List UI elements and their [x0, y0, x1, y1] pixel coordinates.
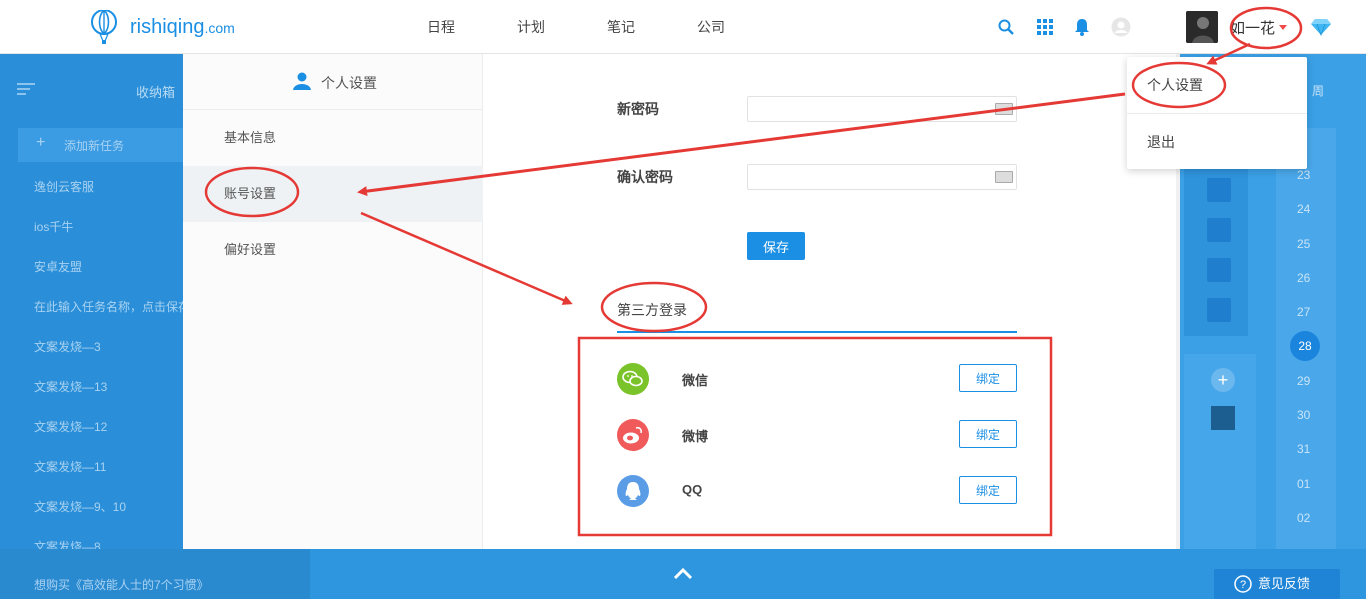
social-row-wechat: 微信 绑定: [617, 361, 1017, 401]
dropdown-personal-settings[interactable]: 个人设置: [1127, 57, 1307, 113]
settings-sidebar: 个人设置 基本信息 账号设置 偏好设置: [183, 54, 483, 549]
dropdown-logout[interactable]: 退出: [1127, 114, 1307, 170]
calendar-day[interactable]: 01: [1297, 477, 1310, 491]
third-party-title: 第三方登录: [617, 302, 687, 318]
calendar-day[interactable]: 30: [1297, 408, 1310, 422]
wechat-label: 微信: [682, 373, 709, 388]
keyboard-icon[interactable]: [995, 103, 1013, 115]
task-item[interactable]: 在此输入任务名称，点击保存: [34, 298, 190, 315]
new-password-field[interactable]: [747, 96, 1017, 122]
settings-header: 个人设置: [183, 54, 483, 110]
task-item[interactable]: 文案发烧—11: [34, 458, 106, 475]
confirm-password-label: 确认密码: [617, 169, 673, 185]
bell-icon[interactable]: [1072, 17, 1092, 37]
confirm-password-field[interactable]: [747, 164, 1017, 190]
board-icon[interactable]: [1207, 218, 1231, 242]
user-name[interactable]: 如一花: [1230, 17, 1275, 38]
social-row-qq: QQ 绑定: [617, 473, 1017, 513]
menu-basic-info[interactable]: 基本信息: [183, 110, 483, 166]
search-icon[interactable]: [996, 17, 1016, 37]
task-item[interactable]: 逸创云客服: [34, 178, 94, 195]
feedback-button[interactable]: ? 意见反馈: [1214, 569, 1340, 599]
calendar-day[interactable]: 29: [1297, 374, 1310, 388]
member-avatar[interactable]: [1211, 406, 1235, 430]
chevron-down-icon[interactable]: [1279, 25, 1287, 30]
nav-plan[interactable]: 计划: [517, 0, 545, 54]
calendar-day[interactable]: 02: [1297, 511, 1310, 525]
task-item[interactable]: 文案发烧—3: [34, 338, 101, 355]
nav-company[interactable]: 公司: [697, 0, 725, 54]
task-item[interactable]: 文案发烧—9、10: [34, 498, 126, 515]
keyboard-icon[interactable]: [995, 171, 1013, 183]
calendar-day[interactable]: 26: [1297, 271, 1310, 285]
social-row-weibo: 微博 绑定: [617, 417, 1017, 457]
nav-notes[interactable]: 笔记: [607, 0, 635, 54]
menu-preferences[interactable]: 偏好设置: [183, 222, 483, 278]
settings-title: 个人设置: [321, 75, 377, 91]
calendar-day[interactable]: 25: [1297, 237, 1310, 251]
weibo-icon: [617, 419, 649, 451]
bind-wechat-button[interactable]: 绑定: [959, 364, 1017, 392]
task-item[interactable]: 文案发烧—13: [34, 378, 107, 395]
board-icon[interactable]: [1207, 298, 1231, 322]
task-item[interactable]: 想购买《高效能人士的7个习惯》: [34, 576, 209, 593]
menu-account-settings[interactable]: 账号设置: [183, 166, 483, 222]
grid-icon[interactable]: [1035, 17, 1055, 37]
logo-text: rishiqing.com: [130, 16, 235, 39]
logo-name: rishiqing: [130, 15, 205, 38]
diamond-icon[interactable]: [1311, 17, 1331, 37]
user-circle-icon[interactable]: [1111, 17, 1131, 37]
chevron-up-icon[interactable]: [673, 566, 693, 580]
task-item[interactable]: ios千牛: [34, 218, 73, 235]
add-circle-icon[interactable]: +: [1211, 368, 1235, 392]
qq-icon: [617, 475, 649, 507]
task-item[interactable]: 安卓友盟: [34, 258, 82, 275]
new-password-label: 新密码: [617, 101, 659, 117]
divider: [617, 331, 1017, 333]
nav-schedule[interactable]: 日程: [427, 0, 455, 54]
task-list: 逸创云客服 ios千牛 安卓友盟 在此输入任务名称，点击保存 文案发烧—3 文案…: [0, 54, 190, 599]
weibo-label: 微博: [682, 429, 709, 444]
qq-label: QQ: [682, 482, 703, 497]
logo[interactable]: rishiqing.com: [90, 10, 235, 44]
calendar-today[interactable]: 28: [1290, 331, 1320, 361]
svg-text:?: ?: [1240, 579, 1246, 591]
bottom-left-bar: 想购买《高效能人士的7个习惯》: [0, 549, 310, 599]
task-item[interactable]: 文案发烧—12: [34, 418, 107, 435]
balloon-logo-icon: [91, 10, 117, 44]
feedback-label: 意见反馈: [1258, 576, 1311, 591]
save-button[interactable]: 保存: [747, 232, 805, 260]
top-bar: rishiqing.com 日程 计划 笔记 公司 如一花: [0, 0, 1366, 54]
calendar-day[interactable]: 24: [1297, 202, 1310, 216]
settings-modal: 个人设置 基本信息 账号设置 偏好设置 新密码 确认密码 保存 第三方登录 微信…: [183, 54, 1180, 549]
help-icon: ?: [1234, 575, 1252, 593]
board-icon[interactable]: [1207, 258, 1231, 282]
user-dropdown: 个人设置 退出: [1127, 57, 1307, 169]
calendar-day[interactable]: 27: [1297, 305, 1310, 319]
logo-domain: .com: [204, 19, 235, 36]
avatar[interactable]: [1186, 11, 1218, 43]
calendar-day[interactable]: 31: [1297, 442, 1310, 456]
wechat-icon: [617, 363, 649, 395]
bind-weibo-button[interactable]: 绑定: [959, 420, 1017, 448]
bind-qq-button[interactable]: 绑定: [959, 476, 1017, 504]
board-icon[interactable]: [1207, 178, 1231, 202]
week-label: 周: [1312, 84, 1325, 98]
calendar-day[interactable]: 23: [1297, 168, 1310, 182]
person-icon: [293, 72, 311, 90]
